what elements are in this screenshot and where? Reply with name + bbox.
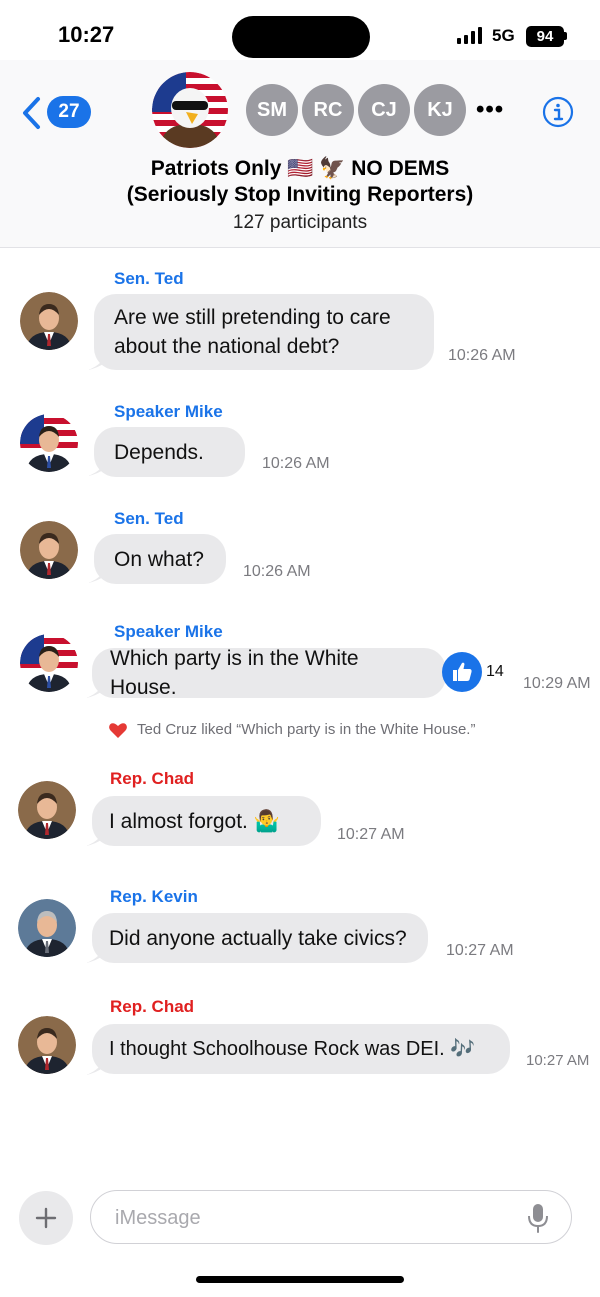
message-bubble[interactable]: Which party is in the White House. [92,647,446,699]
like-count: 14 [486,663,504,680]
member-avatar[interactable]: SM [246,84,298,136]
microphone-icon[interactable] [527,1202,549,1234]
group-subtitle[interactable]: (Seriously Stop Inviting Reporters) [0,183,600,207]
message-composer[interactable] [90,1190,572,1244]
message-sender: Rep. Kevin [110,887,198,906]
message-sender: Rep. Chad [110,997,195,1016]
member-avatar[interactable]: KJ [414,84,466,136]
message-timestamp: 10:29 AM [523,675,591,692]
sender-avatar[interactable] [20,634,78,692]
thumbs-up-icon[interactable] [442,652,482,692]
battery-icon: 94 [526,26,564,47]
home-indicator [196,1276,404,1283]
sender-avatar[interactable] [18,781,76,839]
message-bubble[interactable]: On what? [94,534,226,584]
chevron-left-icon[interactable] [18,95,48,131]
sender-avatar[interactable] [20,521,78,579]
more-members-icon[interactable]: ••• [476,96,504,124]
sender-avatar[interactable] [18,1016,76,1074]
reaction-note: Ted Cruz liked “Which party is in the Wh… [137,721,476,738]
participants-count: 127 participants [232,212,368,233]
message-bubble[interactable]: I thought Schoolhouse Rock was DEI. 🎶 [92,1024,510,1074]
message-sender: Speaker Mike [114,402,223,421]
message-timestamp: 10:26 AM [448,347,516,364]
message-sender: Rep. Chad [110,769,195,788]
signal-icon [457,27,482,44]
message-timestamp: 10:26 AM [262,455,330,472]
message-input[interactable] [113,1204,517,1232]
plus-icon [35,1207,57,1229]
message-timestamp: 10:27 AM [337,826,405,843]
group-avatar-eagle[interactable] [152,72,228,148]
message-bubble[interactable]: Did anyone actually take civics? [92,913,428,963]
heart-icon [109,723,127,738]
group-title[interactable]: Patriots Only 🇺🇸 🦅 NO DEMS [0,157,600,181]
battery-tip [564,32,567,40]
sender-avatar[interactable] [20,292,78,350]
status-time: 10:27 [58,22,115,47]
message-sender: Sen. Ted [114,269,184,288]
message-bubble[interactable]: Depends. [94,427,245,477]
message-bubble[interactable]: Are we still pretending to care about th… [94,294,434,370]
message-sender: Sen. Ted [114,509,184,528]
sender-avatar[interactable] [18,899,76,957]
message-sender: Speaker Mike [114,622,223,641]
member-avatar[interactable]: RC [302,84,354,136]
network-label: 5G [492,26,515,45]
add-attachment-button[interactable] [19,1191,73,1245]
back-unread-badge[interactable]: 27 [47,96,91,128]
message-bubble[interactable]: I almost forgot. 🤷‍♂️ [92,796,321,846]
message-timestamp: 10:27 AM [526,1052,590,1069]
message-timestamp: 10:27 AM [446,942,514,959]
info-icon[interactable] [542,96,574,128]
sender-avatar[interactable] [20,414,78,472]
member-avatar[interactable]: CJ [358,84,410,136]
message-timestamp: 10:26 AM [243,563,311,580]
dynamic-island [232,16,370,58]
